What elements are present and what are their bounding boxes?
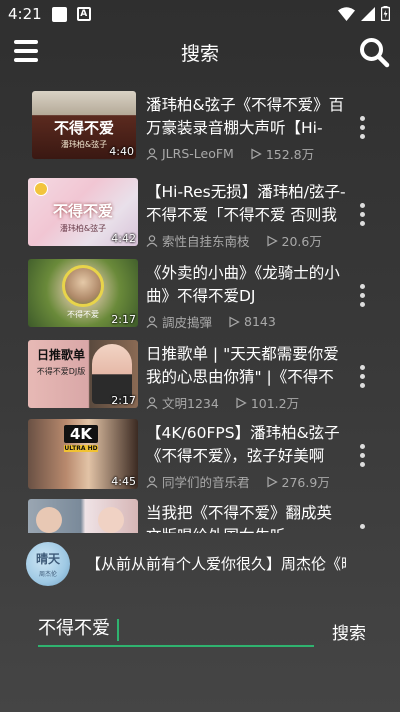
search-button[interactable]: 搜索 xyxy=(332,619,366,644)
video-duration: 2:17 xyxy=(111,394,136,407)
thumbnail-caption: 不得不爱 xyxy=(52,202,113,220)
play-count: 20.6万 xyxy=(281,234,322,249)
result-item[interactable]: 当我把《不得不爱》翻成英文版唱给外国女生听 xyxy=(0,496,400,533)
result-item[interactable]: 不得不爱 潘玮柏&弦子 4:40 潘玮柏&弦子《不得不爱》百万豪装录音棚大声听【… xyxy=(0,88,400,166)
video-meta: 調皮搗彈 8143 xyxy=(146,312,276,331)
cover-subtitle: 周杰伦 xyxy=(38,571,57,578)
video-duration: 4:45 xyxy=(111,475,136,488)
play-count-icon xyxy=(266,235,278,246)
more-options-icon[interactable] xyxy=(358,524,366,533)
video-title: 当我把《不得不爱》翻成英文版唱给外国女生听 xyxy=(146,504,333,533)
video-duration: 4:42 xyxy=(111,232,136,245)
now-playing-title: 【从前从前有个人爱你很久】周杰伦《晴天》 xyxy=(86,555,346,573)
play-count-icon xyxy=(251,148,262,159)
notification-icon xyxy=(51,6,67,22)
more-options-icon[interactable] xyxy=(358,444,366,468)
thumbnail-caption: 4K xyxy=(64,425,98,443)
search-results-list[interactable]: 不得不爱 潘玮柏&弦子 4:40 潘玮柏&弦子《不得不爱》百万豪装录音棚大声听【… xyxy=(0,88,400,533)
app-header: 搜索 xyxy=(0,28,400,76)
uploader-name: 調皮搗彈 xyxy=(162,315,213,330)
user-icon xyxy=(146,315,158,328)
video-title: 【Hi-Res无损】潘玮柏/弦子-不得不爱「不得不爱 否则我就无法呼吸」 xyxy=(146,183,346,224)
battery-icon xyxy=(381,6,390,21)
uploader-name: JLRS-LeoFM xyxy=(162,146,234,161)
uploader-name: 同学们的音乐君 xyxy=(162,475,250,490)
video-meta: JLRS-LeoFM 152.8万 xyxy=(146,144,314,163)
search-icon[interactable] xyxy=(358,36,390,68)
play-count: 8143 xyxy=(244,314,276,329)
video-meta: 索性自挂东南枝 20.6万 xyxy=(146,231,322,250)
thumbnail-caption: 日推歌单 xyxy=(36,348,85,362)
play-count: 276.9万 xyxy=(281,475,330,490)
page-title: 搜索 xyxy=(180,43,219,65)
play-count-icon xyxy=(236,397,247,408)
video-meta: 同学们的音乐君 276.9万 xyxy=(146,472,330,491)
video-thumbnail: 不得不爱 潘玮柏&弦子 4:42 xyxy=(28,178,138,246)
video-duration: 2:17 xyxy=(111,313,136,326)
uploader-name: 文明1234 xyxy=(162,396,219,411)
more-options-icon[interactable] xyxy=(358,203,366,227)
play-count-icon xyxy=(266,476,278,487)
play-count: 101.2万 xyxy=(250,396,300,411)
video-thumbnail xyxy=(28,499,138,533)
a-notification-icon: A xyxy=(76,7,91,21)
uploader-name: 索性自挂东南枝 xyxy=(162,234,250,249)
user-icon xyxy=(146,396,158,409)
search-bar: 搜索 xyxy=(0,605,400,653)
video-duration: 4:40 xyxy=(109,145,134,158)
now-playing-bar[interactable]: 晴天 周杰伦 【从前从前有个人爱你很久】周杰伦《晴天》 xyxy=(0,540,400,590)
thumbnail-subcaption: 不得不爱DJ版 xyxy=(36,367,86,376)
result-item[interactable]: 不得不爱 2:17 《外卖的小曲》《龙骑士的小曲》不得不爱DJ 調皮搗彈 814… xyxy=(0,256,400,334)
user-icon xyxy=(146,147,158,160)
thumbnail-caption: 不得不爱 xyxy=(53,119,114,137)
result-item[interactable]: 4K ULTRA HD 4:45 【4K/60FPS】潘玮柏&弦子《不得不爱》，… xyxy=(0,416,400,494)
text-caret xyxy=(117,619,119,641)
video-title: 【4K/60FPS】潘玮柏&弦子《不得不爱》，弦子好美啊 xyxy=(146,424,340,465)
thumbnail-subcaption: ULTRA HD xyxy=(64,445,98,452)
more-options-icon[interactable] xyxy=(358,284,366,308)
status-bar: 4:21 A xyxy=(0,0,400,28)
cover-title: 晴天 xyxy=(35,552,60,566)
signal-icon xyxy=(361,6,375,21)
video-title: 日推歌单 | "天天都需要你爱 我的心思由你猜" |《不得不爱》DJ版 xyxy=(146,345,339,386)
status-time: 4:21 xyxy=(8,5,42,23)
video-meta: 文明1234 101.2万 xyxy=(146,393,299,412)
more-options-icon[interactable] xyxy=(358,365,366,389)
search-input[interactable] xyxy=(38,613,314,647)
video-thumbnail: 日推歌单 不得不爱DJ版 2:17 xyxy=(28,340,138,408)
now-playing-cover[interactable]: 晴天 周杰伦 xyxy=(26,542,70,586)
user-icon xyxy=(146,234,158,247)
result-item[interactable]: 日推歌单 不得不爱DJ版 2:17 日推歌单 | "天天都需要你爱 我的心思由你… xyxy=(0,337,400,415)
play-count-icon xyxy=(229,316,240,327)
user-icon xyxy=(146,475,158,488)
play-count: 152.8万 xyxy=(265,147,315,162)
video-thumbnail: 4K ULTRA HD 4:45 xyxy=(28,419,138,489)
video-title: 《外卖的小曲》《龙骑士的小曲》不得不爱DJ xyxy=(146,264,340,305)
result-item[interactable]: 不得不爱 潘玮柏&弦子 4:42 【Hi-Res无损】潘玮柏/弦子-不得不爱「不… xyxy=(0,175,400,253)
video-title: 潘玮柏&弦子《不得不爱》百万豪装录音棚大声听【Hi-Res】 xyxy=(146,96,345,137)
video-thumbnail: 不得不爱 2:17 xyxy=(28,259,138,327)
more-options-icon[interactable] xyxy=(358,116,366,140)
wifi-icon xyxy=(338,6,355,21)
video-thumbnail: 不得不爱 潘玮柏&弦子 4:40 xyxy=(32,91,136,159)
